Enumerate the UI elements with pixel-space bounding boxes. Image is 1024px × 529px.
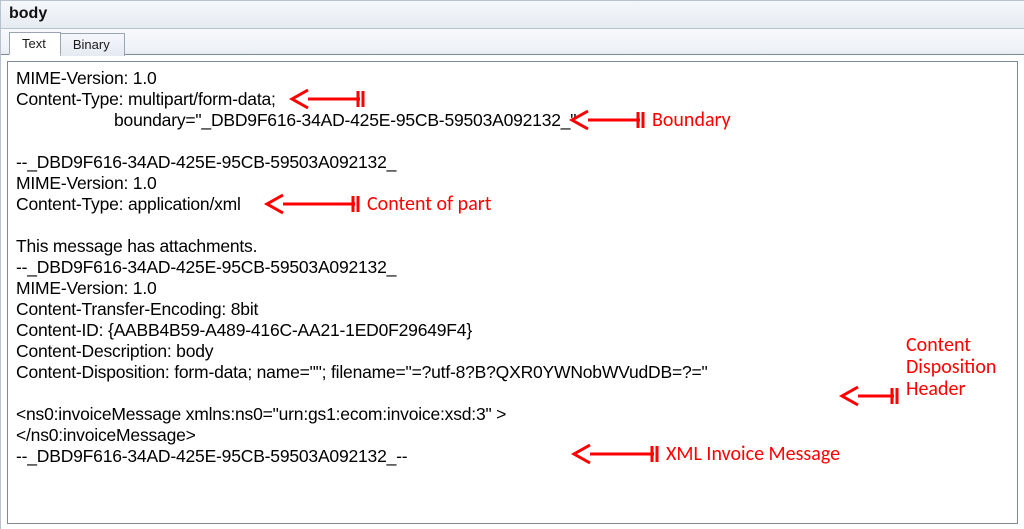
body-line: </ns0:invoiceMessage> xyxy=(16,425,196,445)
body-line: Content-Type: application/xml xyxy=(16,194,241,214)
tab-text-label: Text xyxy=(22,36,46,51)
tab-binary[interactable]: Binary xyxy=(60,33,125,56)
body-line: Content-Transfer-Encoding: 8bit xyxy=(16,299,258,319)
body-line: Content-Description: body xyxy=(16,341,213,361)
content-frame: MIME-Version: 1.0 Content-Type: multipar… xyxy=(7,61,1018,524)
window-frame: body Text Binary MIME-Version: 1.0 Conte… xyxy=(0,0,1024,529)
body-line: --_DBD9F616-34AD-425E-95CB-59503A092132_… xyxy=(16,446,407,466)
window-title: body xyxy=(9,5,47,22)
body-line: This message has attachments. xyxy=(16,236,257,256)
body-line: <ns0:invoiceMessage xmlns:ns0="urn:gs1:e… xyxy=(16,404,506,424)
body-line: --_DBD9F616-34AD-425E-95CB-59503A092132_ xyxy=(16,152,396,172)
tabstrip: Text Binary xyxy=(1,29,1024,55)
body-line: MIME-Version: 1.0 xyxy=(16,278,157,298)
tab-text[interactable]: Text xyxy=(9,32,61,55)
body-line: MIME-Version: 1.0 xyxy=(16,173,157,193)
body-line: Content-Type: multipart/form-data; xyxy=(16,89,276,109)
body-line: Content-Disposition: form-data; name="";… xyxy=(16,362,708,382)
body-line: MIME-Version: 1.0 xyxy=(16,68,157,88)
body-line: boundary="_DBD9F616-34AD-425E-95CB-59503… xyxy=(114,110,576,130)
body-line: Content-ID: {AABB4B59-A489-416C-AA21-1ED… xyxy=(16,320,472,340)
titlebar: body xyxy=(1,1,1024,29)
tab-binary-label: Binary xyxy=(73,37,110,52)
body-text[interactable]: MIME-Version: 1.0 Content-Type: multipar… xyxy=(8,62,1017,473)
body-line: --_DBD9F616-34AD-425E-95CB-59503A092132_ xyxy=(16,257,396,277)
